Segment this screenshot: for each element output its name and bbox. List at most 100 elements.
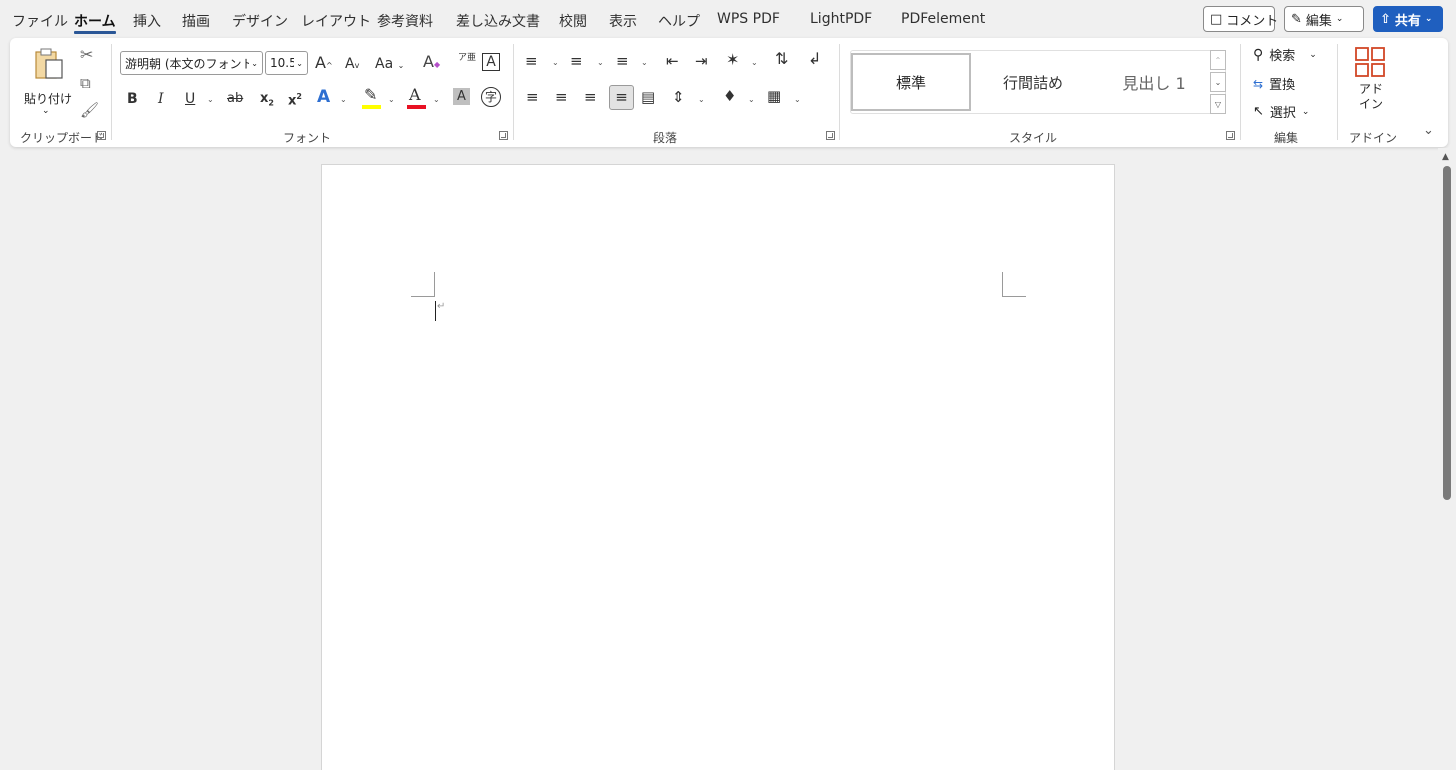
select-button[interactable]: ↖ 選択 ⌄ bbox=[1253, 102, 1309, 121]
strikethrough-button[interactable]: ab bbox=[227, 90, 243, 108]
underline-button[interactable]: U bbox=[185, 90, 195, 108]
multilevel-list-icon[interactable]: ≡ bbox=[616, 52, 629, 70]
font-color-button[interactable]: A bbox=[409, 86, 421, 104]
font-name-combo[interactable]: 游明朝 (本文のフォント ⌄ bbox=[120, 51, 263, 75]
crop-mark-top-left-v bbox=[434, 272, 435, 296]
chevron-down-icon[interactable]: ⌄ bbox=[207, 95, 214, 104]
style-no-spacing[interactable]: 行間詰め bbox=[973, 53, 1093, 111]
copy-icon[interactable]: ⧉ bbox=[80, 74, 91, 92]
style-normal[interactable]: 標準 bbox=[851, 53, 971, 111]
tab-design[interactable]: デザイン bbox=[232, 11, 288, 31]
scroll-thumb[interactable] bbox=[1443, 166, 1451, 500]
cursor-arrow-icon: ↖ bbox=[1253, 104, 1264, 119]
group-separator bbox=[839, 44, 840, 140]
group-separator bbox=[513, 44, 514, 140]
asian-layout-icon[interactable]: ✶ bbox=[726, 51, 739, 69]
font-launcher-icon[interactable] bbox=[499, 131, 508, 140]
enclose-chars-button[interactable]: 字 bbox=[481, 87, 501, 107]
increase-indent-icon[interactable]: ⇥ bbox=[695, 52, 708, 70]
replace-button[interactable]: ⇆ 置換 bbox=[1253, 74, 1295, 94]
shrink-font-button[interactable]: Av bbox=[345, 55, 359, 75]
paragraph-group-label: 段落 bbox=[653, 131, 678, 145]
tab-lightpdf[interactable]: LightPDF bbox=[810, 11, 872, 27]
decrease-indent-icon[interactable]: ⇤ bbox=[666, 52, 679, 70]
show-formatting-marks-icon[interactable]: ↲ bbox=[808, 50, 821, 68]
chevron-down-icon[interactable]: ⌄ bbox=[748, 95, 755, 104]
subscript-button[interactable]: x2 bbox=[260, 90, 274, 113]
chevron-down-icon[interactable]: ⌄ bbox=[340, 95, 347, 104]
addins-button[interactable]: アド イン bbox=[1348, 44, 1394, 120]
find-button[interactable]: ⚲ 検索 ⌄ bbox=[1253, 45, 1317, 65]
collapse-ribbon-icon[interactable]: ⌄ bbox=[1423, 122, 1434, 140]
chevron-down-icon[interactable]: ⌄ bbox=[597, 58, 604, 67]
tab-layout[interactable]: レイアウト bbox=[301, 11, 371, 31]
addins-group-label: アドイン bbox=[1349, 131, 1398, 145]
tab-home[interactable]: ホーム bbox=[74, 11, 116, 34]
clipboard-launcher-icon[interactable] bbox=[97, 131, 106, 140]
comment-icon: □ bbox=[1210, 11, 1223, 27]
tab-review[interactable]: 校閲 bbox=[559, 11, 587, 31]
chevron-down-icon[interactable]: ⌄ bbox=[794, 95, 801, 104]
tab-draw[interactable]: 描画 bbox=[182, 11, 210, 31]
char-shading-button[interactable]: A bbox=[453, 88, 470, 105]
clear-formatting-button[interactable]: A◆ bbox=[423, 53, 440, 74]
superscript-button[interactable]: x2 bbox=[288, 88, 302, 110]
scroll-up-icon[interactable]: ▲ bbox=[1442, 152, 1449, 162]
char-border-button[interactable]: A bbox=[482, 53, 500, 71]
editing-group-label: 編集 bbox=[1274, 131, 1299, 145]
chevron-down-icon[interactable]: ⌄ bbox=[751, 58, 758, 67]
font-size-combo[interactable]: 10.5 ⌄ bbox=[265, 51, 308, 75]
change-case-button[interactable]: Aa ⌄ bbox=[375, 55, 404, 75]
paragraph-launcher-icon[interactable] bbox=[826, 131, 835, 140]
line-spacing-icon[interactable]: ⇕ bbox=[672, 88, 685, 106]
shading-icon[interactable]: ♦ bbox=[723, 87, 736, 105]
tab-view[interactable]: 表示 bbox=[609, 11, 637, 31]
pen-icon: ✎ bbox=[1291, 11, 1302, 27]
highlighter-icon[interactable]: ✎ bbox=[364, 86, 377, 104]
sort-icon[interactable]: ⇅ bbox=[775, 50, 788, 68]
gallery-scroll-up-icon[interactable]: ⌃ bbox=[1210, 50, 1226, 70]
justify-icon[interactable]: ≡ bbox=[609, 85, 634, 110]
align-left-icon[interactable]: ≡ bbox=[526, 88, 539, 106]
chevron-down-icon[interactable]: ⌄ bbox=[552, 58, 559, 67]
style-heading-1[interactable]: 見出し 1 bbox=[1095, 53, 1213, 111]
format-painter-icon[interactable]: 🖌 bbox=[80, 101, 99, 119]
numbering-icon[interactable]: ≡ bbox=[570, 52, 583, 70]
bullets-icon[interactable]: ≡ bbox=[525, 52, 538, 70]
vertical-scrollbar[interactable]: ▲ bbox=[1438, 148, 1456, 770]
align-center-icon[interactable]: ≡ bbox=[555, 88, 568, 106]
styles-group-label: スタイル bbox=[1009, 131, 1058, 145]
chevron-down-icon[interactable]: ⌄ bbox=[433, 95, 440, 104]
cut-icon[interactable]: ✂ bbox=[80, 46, 93, 64]
share-icon: ⇧ bbox=[1380, 11, 1391, 27]
share-button[interactable]: ⇧ 共有 ⌄ bbox=[1373, 6, 1443, 32]
gallery-expand-icon[interactable]: ▽ bbox=[1210, 94, 1226, 114]
text-effects-button[interactable]: A bbox=[317, 88, 330, 106]
italic-button[interactable]: I bbox=[158, 90, 164, 108]
phonetic-guide-button[interactable]: ア亜 bbox=[458, 53, 476, 63]
editing-mode-button[interactable]: ✎ 編集 ⌄ bbox=[1284, 6, 1364, 32]
chevron-down-icon[interactable]: ⌄ bbox=[698, 95, 705, 104]
tab-file[interactable]: ファイル bbox=[12, 11, 68, 31]
document-canvas: ↵ bbox=[0, 148, 1438, 770]
borders-icon[interactable]: ▦ bbox=[767, 87, 781, 105]
tab-wps-pdf[interactable]: WPS PDF bbox=[717, 11, 780, 27]
crop-mark-top-right-h bbox=[1002, 296, 1026, 297]
chevron-down-icon[interactable]: ⌄ bbox=[388, 95, 395, 104]
tab-insert[interactable]: 挿入 bbox=[133, 11, 161, 31]
tab-references[interactable]: 参考資料 bbox=[377, 11, 433, 31]
chevron-down-icon[interactable]: ⌄ bbox=[641, 58, 648, 67]
align-right-icon[interactable]: ≡ bbox=[584, 88, 597, 106]
comment-button[interactable]: □ コメント bbox=[1203, 6, 1278, 32]
bold-button[interactable]: B bbox=[127, 90, 138, 108]
tab-mailings[interactable]: 差し込み文書 bbox=[456, 11, 540, 31]
gallery-scroll-down-icon[interactable]: ⌄ bbox=[1210, 72, 1226, 92]
distribute-icon[interactable]: ▤ bbox=[641, 88, 655, 106]
grow-font-button[interactable]: A^ bbox=[315, 54, 333, 75]
document-page[interactable]: ↵ bbox=[321, 164, 1115, 770]
tab-pdfelement[interactable]: PDFelement bbox=[901, 11, 985, 27]
tab-help[interactable]: ヘルプ bbox=[658, 11, 700, 31]
addins-icon bbox=[1355, 47, 1385, 77]
paste-button[interactable]: 貼り付け ⌄ bbox=[22, 46, 72, 116]
styles-launcher-icon[interactable] bbox=[1226, 131, 1235, 140]
